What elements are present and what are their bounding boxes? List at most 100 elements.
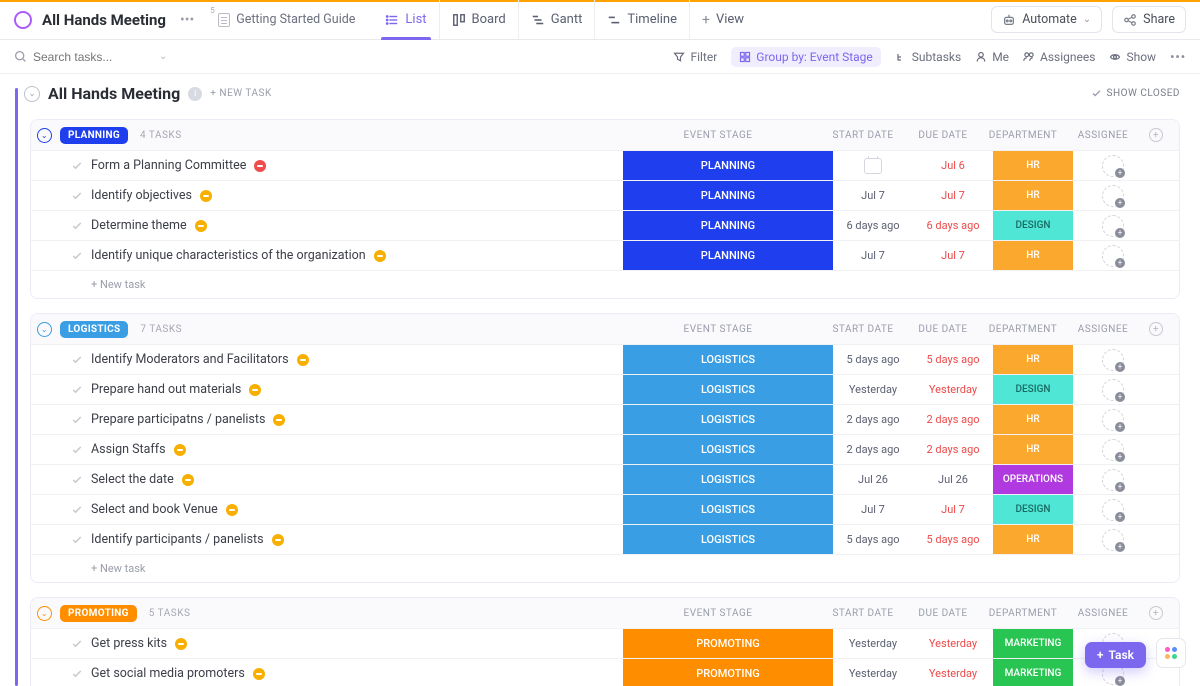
task-stage-cell[interactable]: PLANNING	[623, 241, 833, 270]
task-start-date-empty[interactable]	[833, 151, 913, 180]
priority-icon[interactable]	[226, 504, 238, 516]
priority-icon[interactable]	[249, 384, 261, 396]
task-row[interactable]: Identify Moderators and FacilitatorsLOGI…	[31, 344, 1179, 374]
show-button[interactable]: Show	[1109, 50, 1156, 64]
task-start-date[interactable]: 5 days ago	[833, 345, 913, 374]
task-due-date[interactable]: Jul 6	[913, 151, 993, 180]
search-input[interactable]	[33, 50, 153, 64]
task-complete-toggle[interactable]	[31, 345, 91, 374]
new-task-link[interactable]: + NEW TASK	[210, 88, 271, 99]
task-stage-cell[interactable]: PLANNING	[623, 151, 833, 180]
column-header-due[interactable]: DUE DATE	[903, 130, 983, 141]
column-header-start[interactable]: START DATE	[823, 608, 903, 619]
priority-icon[interactable]	[297, 354, 309, 366]
task-start-date[interactable]: Jul 7	[833, 495, 913, 524]
task-stage-cell[interactable]: LOGISTICS	[623, 465, 833, 494]
task-department[interactable]: HR	[993, 345, 1073, 374]
list-collapse-toggle[interactable]: ⌄	[24, 86, 40, 102]
priority-icon[interactable]	[174, 444, 186, 456]
task-due-date[interactable]: Jul 7	[913, 241, 993, 270]
add-task-row[interactable]: + New task	[31, 270, 1179, 298]
task-due-date[interactable]: 2 days ago	[913, 405, 993, 434]
group-stage-pill[interactable]: PLANNING	[60, 127, 128, 144]
task-start-date[interactable]: Yesterday	[833, 375, 913, 404]
task-assignee[interactable]	[1073, 345, 1153, 374]
task-row[interactable]: Select the dateLOGISTICSJul 26Jul 26OPER…	[31, 464, 1179, 494]
task-complete-toggle[interactable]	[31, 405, 91, 434]
column-header-due[interactable]: DUE DATE	[903, 608, 983, 619]
tab-timeline[interactable]: Timeline	[594, 0, 689, 39]
assignees-button[interactable]: Assignees	[1023, 50, 1095, 64]
tab-list[interactable]: List	[373, 0, 438, 39]
task-start-date[interactable]: 2 days ago	[833, 405, 913, 434]
task-department[interactable]: HR	[993, 151, 1073, 180]
task-start-date[interactable]: Yesterday	[833, 629, 913, 658]
task-stage-cell[interactable]: PLANNING	[623, 211, 833, 240]
task-assignee[interactable]	[1073, 181, 1153, 210]
column-header-due[interactable]: DUE DATE	[903, 324, 983, 335]
task-row[interactable]: Identify objectivesPLANNINGJul 7Jul 7HR	[31, 180, 1179, 210]
task-complete-toggle[interactable]	[31, 181, 91, 210]
task-due-date[interactable]: 2 days ago	[913, 435, 993, 464]
task-department[interactable]: HR	[993, 435, 1073, 464]
task-department[interactable]: DESIGN	[993, 211, 1073, 240]
task-department[interactable]: HR	[993, 241, 1073, 270]
task-row[interactable]: Get social media promotersPROMOTINGYeste…	[31, 658, 1179, 686]
show-closed-toggle[interactable]: SHOW CLOSED	[1091, 88, 1180, 99]
task-name-cell[interactable]: Identify unique characteristics of the o…	[91, 241, 623, 270]
filter-button[interactable]: Filter	[673, 50, 717, 64]
task-assignee[interactable]	[1073, 151, 1153, 180]
column-header-dept[interactable]: DEPARTMENT	[983, 324, 1063, 335]
automate-button[interactable]: Automate ⌄	[991, 6, 1102, 33]
task-row[interactable]: Assign StaffsLOGISTICS2 days ago2 days a…	[31, 434, 1179, 464]
add-column-button[interactable]: +	[1143, 606, 1169, 620]
priority-icon[interactable]	[273, 414, 285, 426]
info-icon[interactable]: i	[188, 87, 202, 101]
task-stage-cell[interactable]: LOGISTICS	[623, 525, 833, 554]
task-complete-toggle[interactable]	[31, 435, 91, 464]
priority-icon[interactable]	[200, 190, 212, 202]
task-due-date[interactable]: Yesterday	[913, 375, 993, 404]
task-name-cell[interactable]: Select the date	[91, 465, 623, 494]
task-stage-cell[interactable]: LOGISTICS	[623, 375, 833, 404]
task-stage-cell[interactable]: LOGISTICS	[623, 435, 833, 464]
group-stage-pill[interactable]: PROMOTING	[60, 605, 137, 622]
task-complete-toggle[interactable]	[31, 495, 91, 524]
subtasks-button[interactable]: Subtasks	[895, 50, 961, 64]
title-more-icon[interactable]: •••	[176, 12, 198, 28]
task-name-cell[interactable]: Get social media promoters	[91, 659, 623, 686]
task-assignee[interactable]	[1073, 211, 1153, 240]
task-start-date[interactable]: Jul 7	[833, 181, 913, 210]
task-complete-toggle[interactable]	[31, 211, 91, 240]
share-button[interactable]: Share	[1112, 6, 1186, 33]
column-header-stage[interactable]: EVENT STAGE	[613, 608, 823, 619]
task-start-date[interactable]: Jul 7	[833, 241, 913, 270]
task-assignee[interactable]	[1073, 241, 1153, 270]
task-row[interactable]: Identify unique characteristics of the o…	[31, 240, 1179, 270]
task-department[interactable]: DESIGN	[993, 495, 1073, 524]
chevron-down-icon[interactable]: ⌄	[159, 51, 167, 62]
task-stage-cell[interactable]: LOGISTICS	[623, 345, 833, 374]
task-complete-toggle[interactable]	[31, 241, 91, 270]
column-header-assignee[interactable]: ASSIGNEE	[1063, 130, 1143, 141]
task-due-date[interactable]: 5 days ago	[913, 525, 993, 554]
task-complete-toggle[interactable]	[31, 151, 91, 180]
more-options-icon[interactable]: •••	[1170, 50, 1186, 64]
task-department[interactable]: OPERATIONS	[993, 465, 1073, 494]
group-by-button[interactable]: Group by: Event Stage	[731, 47, 881, 67]
priority-icon[interactable]	[254, 160, 266, 172]
tab-gantt[interactable]: Gantt	[518, 0, 595, 39]
task-stage-cell[interactable]: PROMOTING	[623, 659, 833, 686]
task-department[interactable]: MARKETING	[993, 659, 1073, 686]
group-stage-pill[interactable]: LOGISTICS	[60, 321, 128, 338]
task-due-date[interactable]: Jul 26	[913, 465, 993, 494]
new-task-fab[interactable]: + Task	[1085, 642, 1146, 668]
me-button[interactable]: Me	[975, 50, 1009, 64]
task-assignee[interactable]	[1073, 495, 1153, 524]
task-assignee[interactable]	[1073, 435, 1153, 464]
task-stage-cell[interactable]: LOGISTICS	[623, 495, 833, 524]
apps-button[interactable]	[1156, 638, 1186, 668]
column-header-dept[interactable]: DEPARTMENT	[983, 608, 1063, 619]
task-department[interactable]: HR	[993, 525, 1073, 554]
task-row[interactable]: Prepare participatns / panelistsLOGISTIC…	[31, 404, 1179, 434]
